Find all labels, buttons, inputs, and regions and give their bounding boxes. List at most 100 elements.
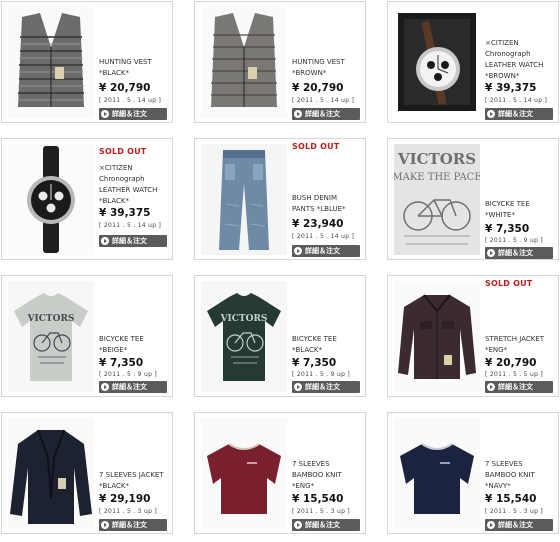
- product-image[interactable]: [394, 418, 480, 529]
- product-price: ¥ 20,790: [99, 82, 151, 94]
- product-date: [ 2011 . 5 . 9 up ]: [485, 237, 544, 244]
- arrow-right-icon: [294, 383, 302, 391]
- product-info: BICYCKE TEE *BEIGE* ¥ 7,350 [ 2011 . 5 .…: [99, 276, 171, 396]
- details-order-button[interactable]: 詳細＆注文: [292, 108, 360, 120]
- product-info: 7 SLEEVES JACKET *BLACK* ¥ 29,190 [ 2011…: [99, 413, 171, 533]
- details-order-label: 詳細＆注文: [305, 383, 340, 391]
- details-order-label: 詳細＆注文: [498, 249, 533, 257]
- details-order-button[interactable]: 詳細＆注文: [292, 245, 360, 257]
- arrow-right-icon: [294, 521, 302, 529]
- arrow-right-icon: [101, 521, 109, 529]
- product-info: ×CITIZEN Chronograph LEATHER WATCH *BROW…: [485, 2, 557, 122]
- product-image[interactable]: [201, 418, 287, 529]
- product-date: [ 2011 . 5 . 14 up ]: [292, 97, 355, 104]
- details-order-label: 詳細＆注文: [112, 521, 147, 529]
- arrow-right-icon: [101, 383, 109, 391]
- details-order-label: 詳細＆注文: [498, 521, 533, 529]
- product-card-bicycke-tee-beige[interactable]: VICTORS BICYCKE TEE *BEIGE* ¥ 7,350 [ 20…: [1, 275, 173, 397]
- product-info: HUNTING VEST *BLACK* ¥ 20,790 [ 2011 . 5…: [99, 2, 171, 122]
- product-card-bicycke-tee-black[interactable]: VICTORS BICYCKE TEE *BLACK* ¥ 7,350 [ 20…: [194, 275, 366, 397]
- details-order-button[interactable]: 詳細＆注文: [485, 108, 553, 120]
- details-order-button[interactable]: 詳細＆注文: [292, 519, 360, 531]
- product-image[interactable]: [201, 7, 287, 118]
- product-date: [ 2011 . 5 . 9 up ]: [292, 371, 351, 378]
- product-name: ×CITIZEN Chronograph LEATHER WATCH *BLAC…: [99, 164, 158, 205]
- sold-out-badge: SOLD OUT: [292, 142, 340, 151]
- details-order-button[interactable]: 詳細＆注文: [485, 519, 553, 531]
- arrow-right-icon: [487, 249, 495, 257]
- product-price: ¥ 39,375: [485, 82, 537, 94]
- details-order-label: 詳細＆注文: [112, 383, 147, 391]
- product-card-7-sleeves-jacket[interactable]: 7 SLEEVES JACKET *BLACK* ¥ 29,190 [ 2011…: [1, 412, 173, 534]
- product-card-citizen-watch-black[interactable]: SOLD OUT ×CITIZEN Chronograph LEATHER WA…: [1, 138, 173, 260]
- product-image[interactable]: [8, 418, 94, 529]
- details-order-label: 詳細＆注文: [305, 521, 340, 529]
- product-price: ¥ 39,375: [99, 207, 151, 219]
- product-name: HUNTING VEST *BLACK*: [99, 58, 152, 77]
- details-order-button[interactable]: 詳細＆注文: [99, 108, 167, 120]
- sold-out-badge: SOLD OUT: [485, 279, 533, 288]
- tee-print-victors: VICTORS: [220, 314, 268, 324]
- product-info: BICYCKE TEE *WHITE* ¥ 7,350 [ 2011 . 5 .…: [485, 139, 557, 259]
- product-card-bush-denim-pants[interactable]: SOLD OUT BUSH DENIM PANTS *LBLUE* ¥ 23,9…: [194, 138, 366, 260]
- product-info: HUNTING VEST *BROWN* ¥ 20,790 [ 2011 . 5…: [292, 2, 364, 122]
- details-order-button[interactable]: 詳細＆注文: [99, 519, 167, 531]
- arrow-right-icon: [294, 247, 302, 255]
- product-card-citizen-watch-brown[interactable]: ×CITIZEN Chronograph LEATHER WATCH *BROW…: [387, 1, 559, 123]
- product-name: STRETCH JACKET *ENG*: [485, 335, 545, 354]
- arrow-right-icon: [487, 521, 495, 529]
- tee-print-victors: VICTORS: [27, 314, 75, 324]
- product-image[interactable]: [394, 7, 480, 118]
- arrow-right-icon: [101, 237, 109, 245]
- details-order-button[interactable]: 詳細＆注文: [485, 381, 553, 393]
- product-card-bamboo-knit-navy[interactable]: 7 SLEEVES BAMBOO KNIT *NAVY* ¥ 15,540 [ …: [387, 412, 559, 534]
- product-date: [ 2011 . 5 . 3 up ]: [485, 508, 544, 515]
- product-card-stretch-jacket[interactable]: SOLD OUT STRETCH JACKET *ENG* ¥ 20,790 […: [387, 275, 559, 397]
- product-image[interactable]: [8, 144, 94, 255]
- details-order-button[interactable]: 詳細＆注文: [99, 381, 167, 393]
- product-name: 7 SLEEVES BAMBOO KNIT *ENG*: [292, 460, 342, 490]
- product-image[interactable]: [394, 281, 480, 392]
- product-date: [ 2011 . 5 . 3 up ]: [292, 508, 351, 515]
- product-info: BICYCKE TEE *BLACK* ¥ 7,350 [ 2011 . 5 .…: [292, 276, 364, 396]
- details-order-label: 詳細＆注文: [305, 110, 340, 118]
- details-order-label: 詳細＆注文: [305, 247, 340, 255]
- product-price: ¥ 15,540: [292, 493, 344, 505]
- product-info: SOLD OUT ×CITIZEN Chronograph LEATHER WA…: [99, 139, 171, 259]
- product-card-bamboo-knit-eng[interactable]: 7 SLEEVES BAMBOO KNIT *ENG* ¥ 15,540 [ 2…: [194, 412, 366, 534]
- product-info: 7 SLEEVES BAMBOO KNIT *ENG* ¥ 15,540 [ 2…: [292, 413, 364, 533]
- product-image[interactable]: VICTORS: [201, 281, 287, 392]
- product-card-hunting-vest-black[interactable]: HUNTING VEST *BLACK* ¥ 20,790 [ 2011 . 5…: [1, 1, 173, 123]
- details-order-button[interactable]: 詳細＆注文: [485, 247, 553, 259]
- arrow-right-icon: [101, 110, 109, 118]
- product-image[interactable]: [201, 144, 287, 255]
- product-image[interactable]: [8, 7, 94, 118]
- arrow-right-icon: [487, 383, 495, 391]
- product-name: ×CITIZEN Chronograph LEATHER WATCH *BROW…: [485, 39, 544, 80]
- product-info: SOLD OUT BUSH DENIM PANTS *LBLUE* ¥ 23,9…: [292, 139, 364, 259]
- product-name: 7 SLEEVES BAMBOO KNIT *NAVY*: [485, 460, 535, 490]
- product-date: [ 2011 . 5 . 14 up ]: [99, 97, 162, 104]
- product-date: [ 2011 . 5 . 14 up ]: [292, 233, 355, 240]
- tee-print-victors: VICTORS: [397, 150, 476, 168]
- product-price: ¥ 7,350: [292, 357, 337, 369]
- product-card-bicycke-tee-white[interactable]: VICTORS MAKE THE PACE BICYCKE TEE *WHITE…: [387, 138, 559, 260]
- product-name: BICYCKE TEE *BEIGE*: [99, 335, 144, 354]
- product-date: [ 2011 . 5 . 14 up ]: [485, 97, 548, 104]
- details-order-label: 詳細＆注文: [112, 110, 147, 118]
- product-image[interactable]: VICTORS MAKE THE PACE: [394, 144, 480, 255]
- product-info: SOLD OUT STRETCH JACKET *ENG* ¥ 20,790 […: [485, 276, 557, 396]
- product-name: BICYCKE TEE *BLACK*: [292, 335, 337, 354]
- product-date: [ 2011 . 5 . 3 up ]: [99, 508, 158, 515]
- product-grid: HUNTING VEST *BLACK* ¥ 20,790 [ 2011 . 5…: [0, 0, 560, 542]
- product-name: BUSH DENIM PANTS *LBLUE*: [292, 194, 346, 213]
- arrow-right-icon: [487, 110, 495, 118]
- product-image[interactable]: VICTORS: [8, 281, 94, 392]
- product-card-hunting-vest-brown[interactable]: HUNTING VEST *BROWN* ¥ 20,790 [ 2011 . 5…: [194, 1, 366, 123]
- details-order-button[interactable]: 詳細＆注文: [99, 235, 167, 247]
- product-name: BICYCKE TEE *WHITE*: [485, 200, 530, 219]
- product-price: ¥ 7,350: [485, 223, 530, 235]
- details-order-button[interactable]: 詳細＆注文: [292, 381, 360, 393]
- details-order-label: 詳細＆注文: [112, 237, 147, 245]
- tee-print-make-the-pace: MAKE THE PACE: [394, 172, 480, 183]
